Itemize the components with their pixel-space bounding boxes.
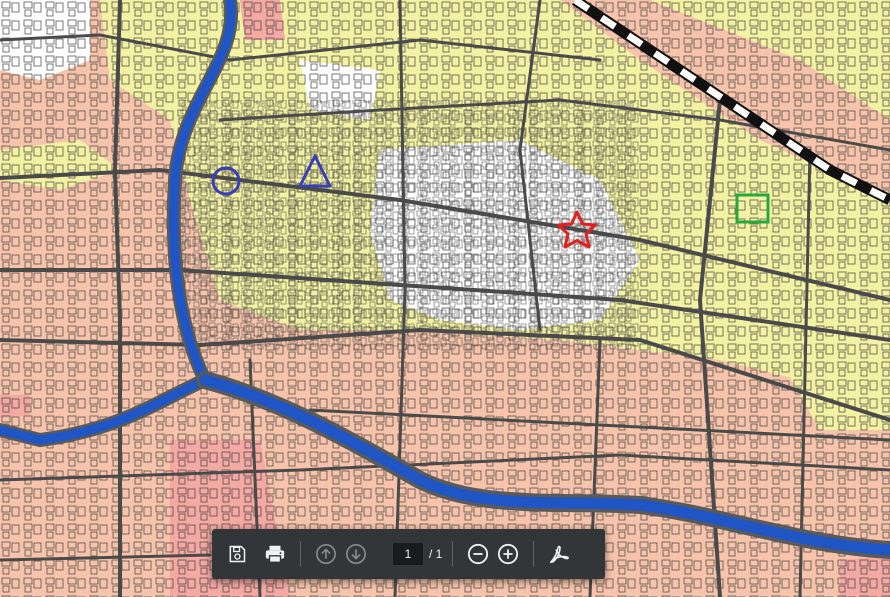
page-indicator: / 1: [393, 543, 442, 565]
city-map: [0, 0, 890, 597]
print-button[interactable]: [260, 539, 290, 569]
arrow-up-icon: [316, 544, 336, 564]
save-icon: [229, 545, 246, 563]
pdf-toolbar: / 1: [212, 529, 605, 579]
zoom-out-button[interactable]: [463, 539, 493, 569]
toolbar-divider: [452, 541, 454, 567]
toolbar-divider: [533, 541, 535, 567]
zoom-in-icon: [498, 543, 519, 565]
page-total: / 1: [429, 547, 443, 561]
acrobat-icon: [550, 545, 570, 564]
acrobat-button[interactable]: [544, 539, 574, 569]
zoom-in-button[interactable]: [493, 539, 523, 569]
zoom-out-icon: [468, 543, 489, 565]
print-icon: [265, 545, 285, 563]
toolbar-divider: [300, 541, 301, 567]
previous-page-button[interactable]: [311, 539, 341, 569]
arrow-down-icon: [346, 544, 366, 564]
save-button[interactable]: [222, 539, 252, 569]
next-page-button[interactable]: [341, 539, 371, 569]
page-number-input[interactable]: [393, 543, 423, 565]
